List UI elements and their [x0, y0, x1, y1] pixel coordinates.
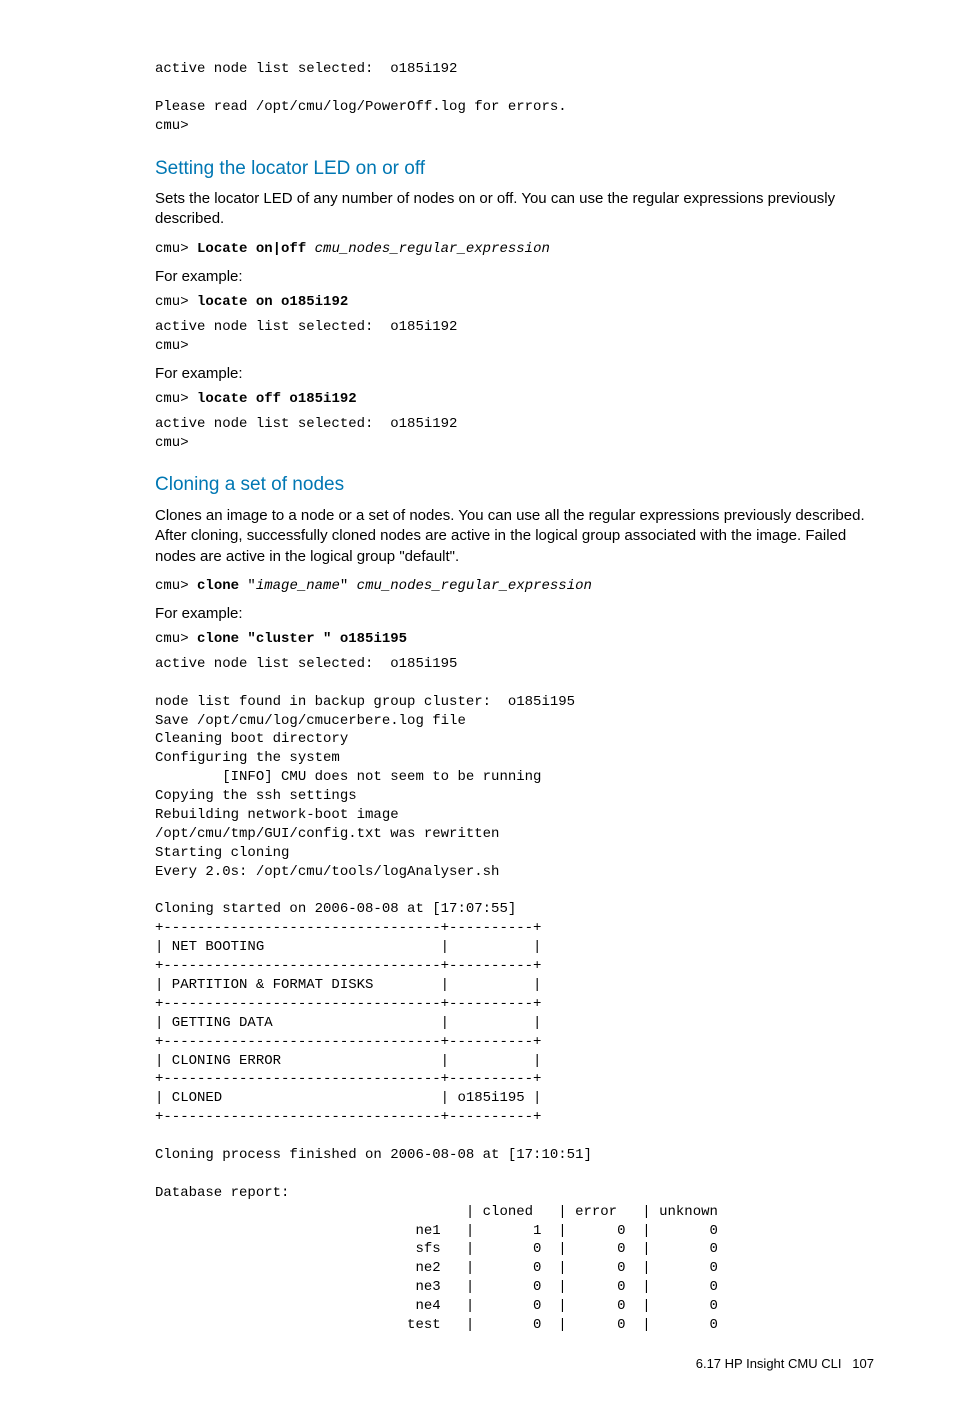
- example-locate-off-output: active node list selected: o185i192 cmu>: [155, 415, 874, 453]
- example-locate-off: cmu> locate off o185i192: [155, 390, 874, 409]
- heading-locator-led: Setting the locator LED on or off: [155, 156, 874, 182]
- example-locate-on: cmu> locate on o185i192: [155, 293, 874, 312]
- for-example-clone: For example:: [155, 604, 874, 624]
- para-cloning: Clones an image to a node or a set of no…: [155, 506, 874, 567]
- footer-section: 6.17 HP Insight CMU CLI: [696, 1356, 842, 1371]
- example-clone: cmu> clone "cluster " o185i195: [155, 630, 874, 649]
- page-footer: 6.17 HP Insight CMU CLI 107: [155, 1355, 874, 1373]
- for-example-1: For example:: [155, 267, 874, 287]
- for-example-2: For example:: [155, 364, 874, 384]
- clone-output: active node list selected: o185i195 node…: [155, 655, 874, 1335]
- syntax-clone: cmu> clone "image_name" cmu_nodes_regula…: [155, 577, 874, 596]
- example-locate-on-output: active node list selected: o185i192 cmu>: [155, 318, 874, 356]
- preamble-output: active node list selected: o185i192 Plea…: [155, 60, 874, 136]
- para-locator-led: Sets the locator LED of any number of no…: [155, 189, 874, 230]
- footer-page: 107: [852, 1356, 874, 1371]
- syntax-locate: cmu> Locate on|off cmu_nodes_regular_exp…: [155, 240, 874, 259]
- heading-cloning: Cloning a set of nodes: [155, 472, 874, 498]
